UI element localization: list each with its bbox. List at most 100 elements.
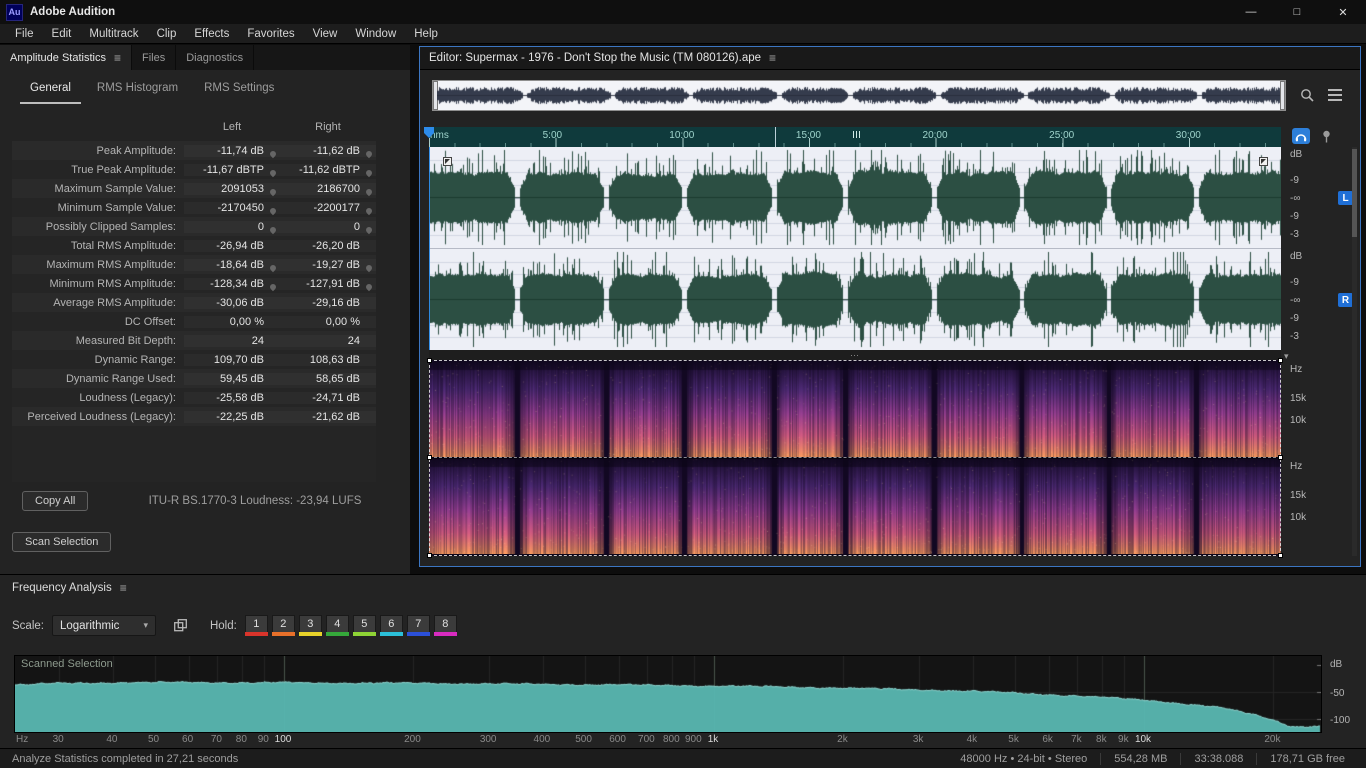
stat-label: Average RMS Amplitude: [12, 297, 184, 309]
hold-slot: 4 [326, 615, 349, 636]
monitor-icon[interactable] [1292, 128, 1310, 144]
minimize-button[interactable]: — [1228, 0, 1274, 24]
freq-axis-label: 10k [1129, 734, 1157, 745]
hold-color-swatch [326, 632, 349, 636]
stat-value: -19,27 dB [312, 259, 360, 271]
hold-button-4[interactable]: 4 [326, 615, 349, 632]
stat-value: 0,00 % [230, 316, 264, 328]
hold-button-6[interactable]: 6 [380, 615, 403, 632]
editor-tab-title[interactable]: Editor: Supermax - 1976 - Don't Stop the… [429, 52, 761, 64]
db-scale-label: -9 [1290, 211, 1299, 222]
hold-button-3[interactable]: 3 [299, 615, 322, 632]
history-pin-icon[interactable] [269, 149, 277, 157]
stat-value: 2186700 [317, 183, 360, 195]
hold-button-1[interactable]: 1 [245, 615, 268, 632]
stat-value: 0 [354, 221, 360, 233]
history-pin-icon[interactable] [365, 149, 373, 157]
channel-badge-right[interactable]: R [1338, 293, 1353, 307]
stat-label: Possibly Clipped Samples: [12, 221, 184, 233]
panel-splitter[interactable]: ⋯ [429, 350, 1281, 360]
channel-badge-left[interactable]: L [1338, 191, 1353, 205]
history-pin-icon[interactable] [365, 168, 373, 176]
copy-all-button[interactable]: Copy All [22, 491, 88, 511]
history-pin-icon[interactable] [365, 282, 373, 290]
history-pin-icon[interactable] [269, 225, 277, 233]
spectrogram-display[interactable] [429, 360, 1281, 556]
panel-menu-icon[interactable]: ≡ [114, 51, 121, 65]
history-pin-icon[interactable] [269, 187, 277, 195]
freq-axis-label: 20k [1258, 734, 1286, 745]
history-pin-icon[interactable] [365, 263, 373, 271]
menu-item-window[interactable]: Window [346, 28, 405, 40]
chevron-down-icon: ▾ [143, 620, 148, 631]
menu-item-file[interactable]: File [6, 28, 43, 40]
db-scale-label: -9 [1290, 175, 1299, 186]
history-pin-icon[interactable] [269, 206, 277, 214]
hold-button-2[interactable]: 2 [272, 615, 295, 632]
history-pin-icon[interactable] [365, 187, 373, 195]
db-ruler-right[interactable]: R dB-9-∞-9-3 [1282, 249, 1354, 350]
hold-slot: 8 [434, 615, 457, 636]
frequency-panel-menu-icon[interactable]: ≡ [120, 581, 127, 595]
history-pin-icon[interactable] [269, 168, 277, 176]
freq-axis-label: 2k [828, 734, 856, 745]
stat-value: -11,74 dB [217, 145, 264, 157]
panel-tab-files[interactable]: Files [132, 45, 176, 70]
maximize-button[interactable]: □ [1274, 0, 1320, 24]
menu-item-effects[interactable]: Effects [185, 28, 238, 40]
stat-label: Measured Bit Depth: [12, 335, 184, 347]
close-button[interactable]: ✕ [1320, 0, 1366, 24]
clip-group-marker [853, 131, 862, 138]
hz-ruler-left[interactable]: Hz15k10k [1282, 360, 1354, 457]
panel-tab-diagnostics[interactable]: Diagnostics [176, 45, 254, 70]
hold-button-5[interactable]: 5 [353, 615, 376, 632]
history-pin-icon[interactable] [269, 282, 277, 290]
menu-item-favorites[interactable]: Favorites [238, 28, 303, 40]
history-pin-icon[interactable] [365, 225, 373, 233]
sel-handle-tr[interactable] [1278, 358, 1283, 363]
db-scale-label: -3 [1290, 229, 1299, 240]
sel-handle-bl[interactable] [427, 553, 432, 558]
db-scale-label: dB [1290, 149, 1302, 160]
sel-handle-mr[interactable] [1278, 455, 1283, 460]
overview-strip[interactable] [432, 80, 1286, 111]
stat-cell-right: 0 [280, 221, 376, 233]
history-pin-icon[interactable] [365, 206, 373, 214]
frequency-graph[interactable]: Scanned Selection [14, 655, 1322, 733]
menu-item-multitrack[interactable]: Multitrack [80, 28, 147, 40]
hold-button-8[interactable]: 8 [434, 615, 457, 632]
menu-item-view[interactable]: View [304, 28, 347, 40]
zoom-navigator-icon[interactable] [1298, 87, 1316, 103]
menu-item-clip[interactable]: Clip [148, 28, 186, 40]
stat-value: -128,34 dB [210, 278, 264, 290]
sel-handle-br[interactable] [1278, 553, 1283, 558]
hz-ruler-right[interactable]: Hz15k10k [1282, 457, 1354, 554]
menu-item-edit[interactable]: Edit [43, 28, 81, 40]
selection-handle-left[interactable] [443, 157, 452, 166]
vertical-scrollbar[interactable] [1352, 147, 1357, 556]
sel-handle-ml[interactable] [427, 455, 432, 460]
subtab-rms-histogram[interactable]: RMS Histogram [87, 82, 188, 104]
editor-panel-menu-icon[interactable]: ≡ [769, 51, 776, 65]
pin-icon[interactable] [1318, 128, 1334, 144]
freq-axis-label: 5k [1000, 734, 1028, 745]
subtab-general[interactable]: General [20, 82, 81, 104]
sel-handle-tl[interactable] [427, 358, 432, 363]
panel-layout-icon[interactable] [1326, 87, 1344, 103]
hold-button-7[interactable]: 7 [407, 615, 430, 632]
collapse-arrow-icon[interactable]: ▾ [1284, 351, 1289, 362]
hold-color-swatch [434, 632, 457, 636]
waveform-display[interactable] [429, 147, 1281, 350]
db-ruler-left[interactable]: L dB-9-∞-9-3 [1282, 147, 1354, 248]
scan-selection-button[interactable]: Scan Selection [12, 532, 111, 552]
menu-item-help[interactable]: Help [405, 28, 447, 40]
timeline-tick-label: 30:00 [1176, 130, 1201, 141]
scrollbar-thumb[interactable] [1352, 149, 1357, 237]
history-pin-icon[interactable] [269, 263, 277, 271]
copy-graph-icon[interactable] [172, 618, 190, 634]
subtab-rms-settings[interactable]: RMS Settings [194, 82, 284, 104]
selection-handle-right[interactable] [1259, 157, 1268, 166]
scale-dropdown[interactable]: Logarithmic ▾ [52, 615, 156, 636]
panel-tab-amplitude-statistics[interactable]: Amplitude Statistics≡ [0, 45, 132, 70]
stat-cell-right: -26,20 dB [280, 240, 376, 252]
